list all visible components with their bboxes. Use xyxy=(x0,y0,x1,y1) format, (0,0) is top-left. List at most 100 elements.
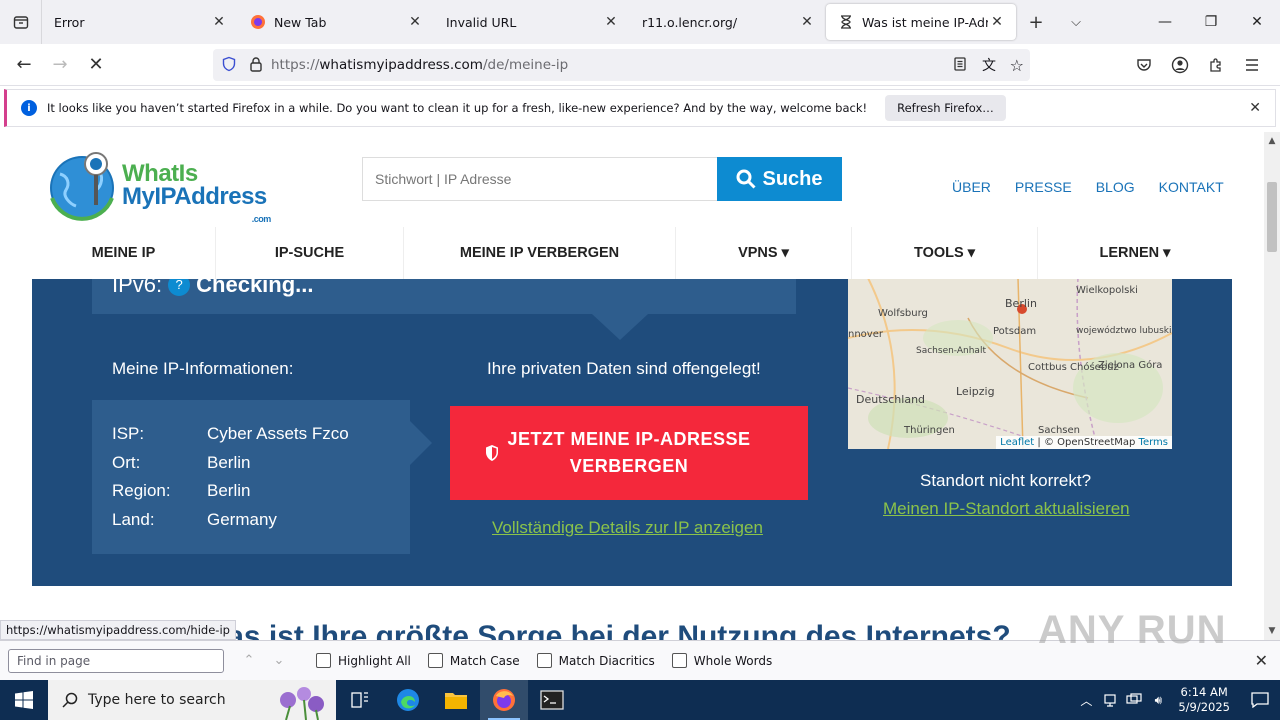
notification-text: It looks like you haven’t started Firefo… xyxy=(47,101,868,115)
windows-taskbar: Type here to search ︿ 🔊︎ 6:14 AM 5/9/202… xyxy=(0,680,1280,720)
find-previous-icon[interactable]: ⌃ xyxy=(234,653,264,668)
arrow-right-icon: → xyxy=(52,54,68,75)
ipv6-box-pointer xyxy=(592,314,648,340)
nav-meine-ip-verbergen[interactable]: MEINE IP VERBERGEN xyxy=(404,227,676,279)
link-blog[interactable]: BLOG xyxy=(1096,179,1135,195)
plus-icon: + xyxy=(1028,11,1044,33)
privacy-heading: Ihre privaten Daten sind offengelegt! xyxy=(487,359,761,378)
link-ueber[interactable]: ÜBER xyxy=(952,179,991,195)
svg-text:Zielona Góra: Zielona Góra xyxy=(1098,359,1162,371)
reader-view-icon[interactable] xyxy=(952,56,968,75)
main-nav: MEINE IP IP-SUCHE MEINE IP VERBERGEN VPN… xyxy=(32,227,1232,279)
new-tab-button[interactable]: + xyxy=(1016,0,1056,44)
whole-words-option[interactable]: Whole Words xyxy=(671,653,772,668)
tab-bar: Error ✕ New Tab ✕ Invalid URL ✕ r11.o.le… xyxy=(0,0,1280,44)
url-bar[interactable]: https://whatismyipaddress.com/de/meine-i… xyxy=(213,49,1030,81)
location-map[interactable]: Wolfsburg Berlin Wielkopolski nnover Pot… xyxy=(848,278,1172,449)
find-next-icon[interactable]: ⌄ xyxy=(264,653,294,668)
firefox-view-button[interactable] xyxy=(0,0,42,44)
leaflet-link[interactable]: Leaflet xyxy=(1000,437,1034,448)
info-value: Cyber Assets Fzco xyxy=(207,424,349,444)
menu-icon[interactable] xyxy=(1234,49,1270,81)
scroll-up-arrow-icon[interactable]: ▲ xyxy=(1264,134,1280,148)
taskbar-search-box[interactable]: Type here to search xyxy=(48,680,336,720)
nav-tools[interactable]: TOOLS ▾ xyxy=(852,227,1038,279)
svg-text:Deutschland: Deutschland xyxy=(856,393,925,406)
checkbox[interactable] xyxy=(671,653,687,668)
highlight-all-option[interactable]: Highlight All xyxy=(316,653,411,668)
link-presse[interactable]: PRESSE xyxy=(1015,179,1072,195)
tab-meine-ip[interactable]: Was ist meine IP-Adresse? ✕ xyxy=(826,4,1016,40)
tray-overflow-icon[interactable]: ︿ xyxy=(1074,692,1098,709)
notifications-icon[interactable] xyxy=(1240,692,1280,708)
firefox-icon xyxy=(250,14,266,30)
hide-ip-button[interactable]: JETZT MEINE IP-ADRESSE VERBERGEN xyxy=(450,406,808,500)
translate-icon[interactable]: 文 xyxy=(982,55,996,75)
checkbox[interactable] xyxy=(316,653,331,668)
ip-info-hero: IPv6:? Checking... Meine IP-Informationen… xyxy=(32,267,1232,586)
match-case-option[interactable]: Match Case xyxy=(427,653,520,668)
notification-close-icon[interactable]: ✕ xyxy=(1249,100,1261,116)
shield-icon[interactable] xyxy=(221,56,237,75)
refresh-firefox-button[interactable]: Refresh Firefox… xyxy=(885,95,1006,121)
nav-vpns[interactable]: VPNS ▾ xyxy=(676,227,852,279)
find-bar-close-icon[interactable]: ✕ xyxy=(1255,651,1268,670)
terminal-taskbar-button[interactable] xyxy=(528,680,576,720)
site-search-button[interactable]: Suche xyxy=(717,157,842,201)
info-key: ISP: xyxy=(112,424,145,444)
site-logo[interactable]: WhatIs MyIPAddress .com xyxy=(46,150,271,224)
file-explorer-taskbar-button[interactable] xyxy=(432,680,480,720)
back-button[interactable]: ← xyxy=(6,49,42,81)
terms-link[interactable]: Terms xyxy=(1139,437,1168,448)
list-all-tabs-button[interactable]: ⌵ xyxy=(1056,0,1096,44)
terminal-icon xyxy=(540,690,564,710)
scrollbar-thumb[interactable] xyxy=(1267,182,1277,252)
firefox-taskbar-button[interactable] xyxy=(480,680,528,720)
network-icon[interactable] xyxy=(1122,693,1146,707)
site-search-input[interactable]: Stichwort | IP Adresse xyxy=(362,157,718,201)
tab-close-icon[interactable]: ✕ xyxy=(210,13,228,31)
info-icon: i xyxy=(21,100,37,116)
tab-error[interactable]: Error ✕ xyxy=(42,0,238,44)
checkbox[interactable] xyxy=(536,653,552,668)
info-row-isp: ISP: Cyber Assets Fzco xyxy=(112,420,390,449)
network-adapter-icon[interactable] xyxy=(1098,693,1122,707)
lock-icon[interactable] xyxy=(249,56,263,75)
tab-new-tab[interactable]: New Tab ✕ xyxy=(238,0,434,44)
scroll-down-arrow-icon[interactable]: ▼ xyxy=(1264,624,1280,638)
tab-lencr[interactable]: r11.o.lencr.org/ ✕ xyxy=(630,0,826,44)
info-value: Germany xyxy=(207,509,277,529)
tab-close-icon[interactable]: ✕ xyxy=(988,13,1006,31)
checkbox[interactable] xyxy=(427,653,443,668)
edge-taskbar-button[interactable] xyxy=(384,680,432,720)
nav-meine-ip[interactable]: MEINE IP xyxy=(32,227,216,279)
info-row-land: Land: Germany xyxy=(112,506,390,535)
stop-button[interactable]: ✕ xyxy=(78,49,114,81)
tab-invalid-url[interactable]: Invalid URL ✕ xyxy=(434,0,630,44)
minimize-button[interactable]: — xyxy=(1142,0,1188,44)
match-diacritics-option[interactable]: Match Diacritics xyxy=(536,653,655,668)
full-details-link[interactable]: Vollständige Details zur IP anzeigen xyxy=(492,518,763,538)
star-icon[interactable]: ☆ xyxy=(1010,56,1024,75)
forward-button[interactable]: → xyxy=(42,49,78,81)
tab-close-icon[interactable]: ✕ xyxy=(798,13,816,31)
nav-lernen[interactable]: LERNEN ▾ xyxy=(1038,227,1232,279)
tab-close-icon[interactable]: ✕ xyxy=(406,13,424,31)
pocket-icon[interactable] xyxy=(1126,49,1162,81)
page-scrollbar[interactable]: ▲ ▼ xyxy=(1264,132,1280,640)
volume-icon[interactable]: 🔊︎ xyxy=(1146,693,1170,708)
info-row-region: Region: Berlin xyxy=(112,477,390,506)
extensions-icon[interactable] xyxy=(1198,49,1234,81)
tab-close-icon[interactable]: ✕ xyxy=(602,13,620,31)
close-window-button[interactable]: ✕ xyxy=(1234,0,1280,44)
task-view-button[interactable] xyxy=(336,680,384,720)
start-button[interactable] xyxy=(0,680,48,720)
update-location-link[interactable]: Meinen IP-Standort aktualisieren xyxy=(883,499,1130,519)
maximize-button[interactable]: ❐ xyxy=(1188,0,1234,44)
nav-ip-suche[interactable]: IP-SUCHE xyxy=(216,227,404,279)
location-question: Standort nicht korrekt? xyxy=(920,471,1092,490)
find-in-page-input[interactable]: Find in page xyxy=(8,648,224,673)
link-kontakt[interactable]: KONTAKT xyxy=(1159,179,1224,195)
account-icon[interactable] xyxy=(1162,49,1198,81)
system-clock[interactable]: 6:14 AM 5/9/2025 xyxy=(1178,685,1230,715)
